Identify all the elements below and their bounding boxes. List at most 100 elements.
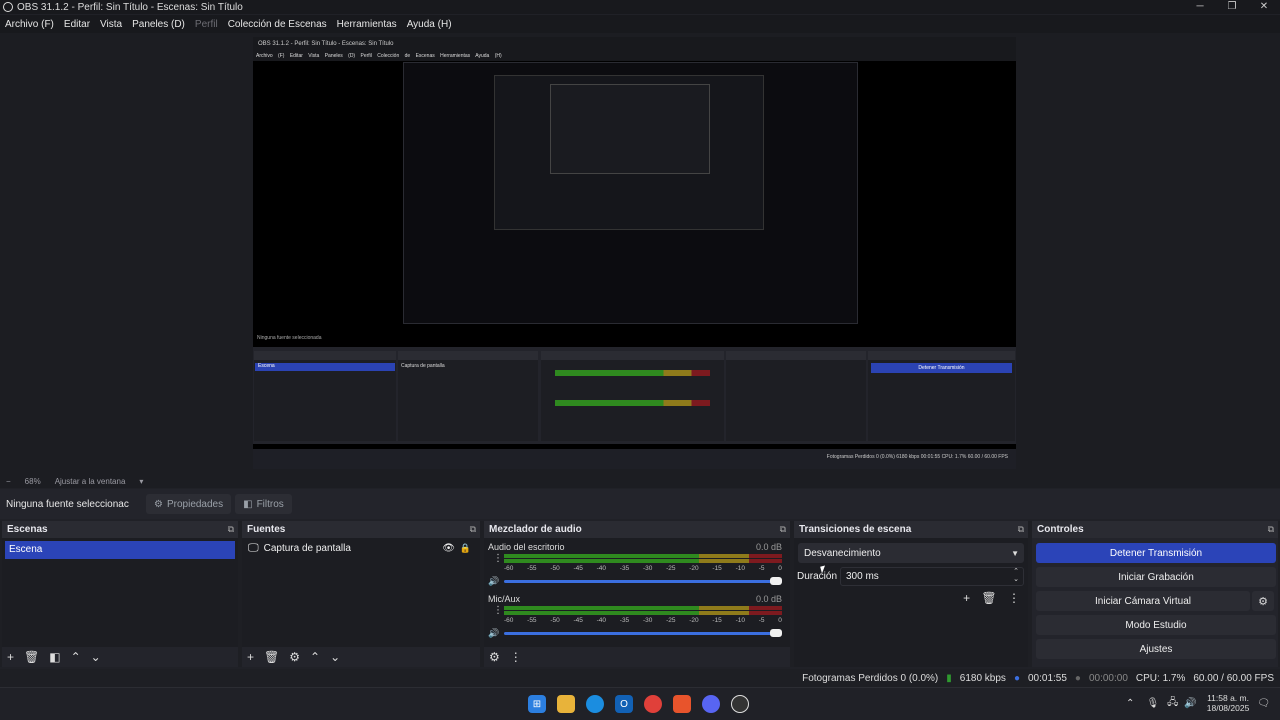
- chevron-up-icon[interactable]: ⌃: [310, 650, 320, 664]
- menu-vista[interactable]: Vista: [100, 19, 122, 30]
- speaker-icon[interactable]: 🔊: [488, 576, 499, 587]
- mixer-toolbar: ⚙ ⋮: [484, 647, 790, 667]
- scene-item[interactable]: Escena: [5, 541, 235, 559]
- filter-icon[interactable]: ◧: [49, 650, 60, 664]
- preview-nested-stop-button: Detener Transmisión: [871, 363, 1012, 373]
- minimize-button[interactable]: ─: [1184, 0, 1216, 14]
- lock-icon[interactable]: 🔒: [460, 543, 471, 554]
- more-options-icon[interactable]: ⋮: [493, 606, 503, 616]
- brave-icon[interactable]: [673, 695, 691, 713]
- menu-herramientas[interactable]: Herramientas: [337, 19, 397, 30]
- start-icon[interactable]: ⊞: [528, 695, 546, 713]
- obs-taskbar-icon[interactable]: [731, 695, 749, 713]
- volume-slider[interactable]: [504, 577, 782, 585]
- duration-spinbox[interactable]: 300 ms ⌃ ⌄: [840, 567, 1024, 586]
- properties-label: Propiedades: [166, 498, 224, 510]
- zoom-dropdown-icon[interactable]: ▾: [139, 477, 143, 486]
- settings-button[interactable]: Ajustes: [1036, 639, 1276, 659]
- obs-logo-icon: [3, 2, 13, 12]
- add-icon[interactable]: +: [247, 650, 254, 664]
- start-virtual-camera-button[interactable]: Iniciar Cámara Virtual: [1036, 591, 1250, 611]
- meter-tick-label: -60: [504, 565, 514, 572]
- preview-canvas[interactable]: OBS 31.1.2 - Perfil: Sin Título - Escena…: [253, 37, 1016, 469]
- channel-db: 0.0 dB: [755, 542, 782, 552]
- virtual-camera-settings-icon[interactable]: ⚙: [1252, 591, 1274, 611]
- preview-nested-docks: Escena Captura de pantalla Detener Trans…: [253, 347, 1016, 444]
- mixer-channels: Audio del escritorio 0.0 dB ⋮ -60 -55 -50-…: [484, 538, 790, 647]
- speaker-icon[interactable]: 🔊: [488, 628, 499, 639]
- menu-coleccion-escenas[interactable]: Colección de Escenas: [228, 19, 327, 30]
- menu-editar[interactable]: Editar: [64, 19, 90, 30]
- outlook-icon[interactable]: O: [615, 695, 633, 713]
- dock-undock-icon[interactable]: ⧉: [780, 524, 786, 535]
- more-options-icon[interactable]: ⋮: [510, 650, 522, 664]
- trash-icon[interactable]: 🗑: [264, 650, 279, 664]
- dock-undock-icon[interactable]: ⧉: [228, 524, 234, 535]
- volume-slider-handle[interactable]: [770, 629, 782, 637]
- clock[interactable]: 11:58 a. m. 18/08/2025: [1207, 693, 1250, 713]
- menu-paneles[interactable]: Paneles (D): [132, 19, 185, 30]
- source-item[interactable]: 🖵 Captura de pantalla 👁 🔒: [242, 538, 480, 558]
- meter-tick-label: -30: [642, 617, 653, 624]
- start-recording-button[interactable]: Iniciar Grabación: [1036, 567, 1276, 587]
- chevron-down-icon[interactable]: ⌄: [330, 650, 340, 664]
- transitions-body: Desvanecimiento ▼ Duración 300 ms ⌃ ⌄ + 🗑…: [794, 538, 1028, 667]
- volume-slider[interactable]: [504, 629, 782, 637]
- close-button[interactable]: ✕: [1248, 0, 1280, 14]
- zoom-out-button[interactable]: −: [6, 477, 11, 486]
- network-icon[interactable]: 🖧: [1167, 695, 1178, 712]
- chevron-down-icon[interactable]: ⌄: [91, 650, 101, 664]
- volume-icon[interactable]: 🔊: [1184, 698, 1196, 709]
- more-options-icon[interactable]: ⋮: [1008, 591, 1020, 605]
- chevron-up-icon[interactable]: ⌃: [71, 650, 81, 664]
- add-icon[interactable]: +: [963, 591, 970, 605]
- chevron-up-icon[interactable]: ⌃: [1126, 698, 1134, 709]
- controls-body: Detener Transmisión Iniciar Grabación In…: [1032, 538, 1278, 667]
- menu-bar: Archivo (F) Editar Vista Paneles (D) Per…: [0, 15, 1280, 33]
- gear-icon[interactable]: ⚙: [289, 650, 300, 664]
- trash-icon[interactable]: 🗑: [24, 650, 39, 664]
- trash-icon[interactable]: 🗑: [981, 591, 996, 605]
- docks-area: Escenas ⧉ Escena + 🗑 ◧ ⌃ ⌄ Fuentes ⧉ 🖵 C…: [0, 521, 1280, 667]
- meter-tick-label: -15: [712, 565, 722, 572]
- eye-icon[interactable]: 👁: [442, 543, 455, 554]
- menu-ayuda[interactable]: Ayuda (H): [407, 19, 452, 30]
- discord-icon[interactable]: [702, 695, 720, 713]
- gear-icon: ⚙: [154, 498, 163, 510]
- meter-tick-label: -5: [758, 565, 765, 572]
- studio-mode-button[interactable]: Modo Estudio: [1036, 615, 1276, 635]
- clock-date: 18/08/2025: [1206, 703, 1250, 713]
- zoom-fit-option[interactable]: Ajustar a la ventana: [55, 477, 126, 486]
- filters-button[interactable]: ◧ Filtros: [235, 494, 292, 514]
- dock-undock-icon[interactable]: ⧉: [1018, 524, 1024, 535]
- chrome-icon[interactable]: [644, 695, 662, 713]
- source-toolbar: Ninguna fuente seleccionac ⚙ Propiedades…: [0, 489, 1280, 519]
- more-options-icon[interactable]: ⋮: [493, 554, 503, 564]
- chevron-down-icon: ▼: [1011, 548, 1019, 558]
- scenes-list: Escena: [2, 538, 238, 647]
- audio-mixer-dock: Mezclador de audio ⧉ Audio del escritori…: [484, 521, 790, 667]
- dock-undock-icon[interactable]: ⧉: [1268, 524, 1274, 535]
- menu-perfil[interactable]: Perfil: [195, 19, 218, 30]
- advanced-audio-icon[interactable]: ⚙: [489, 650, 500, 664]
- file-explorer-icon[interactable]: [557, 695, 575, 713]
- notification-icon[interactable]: 🗨: [1257, 698, 1270, 709]
- spin-arrows-icon[interactable]: ⌃ ⌄: [1013, 568, 1019, 584]
- filters-icon: ◧: [243, 498, 253, 510]
- meter-scale: -60 -55 -50 -45 -40 -35 -30 -25 -20 -15 -10 -5 0: [504, 565, 782, 572]
- maximize-button[interactable]: ❐: [1216, 0, 1248, 14]
- record-icon: ●: [1074, 672, 1081, 684]
- volume-slider-handle[interactable]: [770, 577, 782, 585]
- edge-icon[interactable]: [586, 695, 604, 713]
- transition-select[interactable]: Desvanecimiento ▼: [798, 543, 1024, 563]
- stop-streaming-button[interactable]: Detener Transmisión: [1036, 543, 1276, 563]
- dock-undock-icon[interactable]: ⧉: [470, 524, 476, 535]
- source-item-label: Captura de pantalla: [263, 542, 351, 554]
- properties-button[interactable]: ⚙ Propiedades: [146, 494, 232, 514]
- mic-icon[interactable]: 🎙: [1146, 698, 1159, 709]
- menu-archivo[interactable]: Archivo (F): [5, 19, 54, 30]
- duration-value: 300 ms: [846, 571, 879, 582]
- add-icon[interactable]: +: [7, 650, 14, 664]
- preview-nested-innermost: [550, 84, 710, 174]
- transition-selected: Desvanecimiento: [804, 547, 881, 559]
